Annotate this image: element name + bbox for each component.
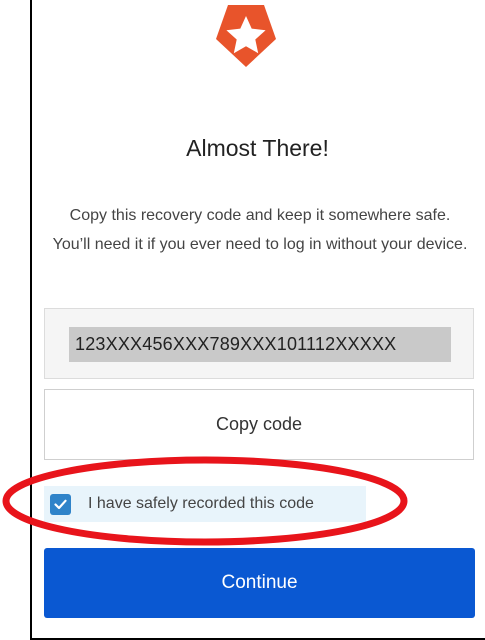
copy-code-button[interactable]: Copy code (44, 389, 474, 460)
recovery-code-box: 123XXX456XXX789XXX101112XXXXX (44, 308, 474, 379)
confirm-label: I have safely recorded this code (88, 495, 314, 512)
recovery-code[interactable]: 123XXX456XXX789XXX101112XXXXX (69, 327, 451, 362)
instructions-text: Copy this recovery code and keep it some… (52, 207, 468, 253)
star-shield-icon (216, 5, 276, 67)
continue-button[interactable]: Continue (44, 548, 475, 618)
confirm-checkbox[interactable] (50, 493, 71, 515)
checkmark-icon (54, 499, 67, 509)
page-title: Almost There! (186, 135, 329, 161)
confirm-recorded-row[interactable]: I have safely recorded this code (44, 486, 366, 522)
